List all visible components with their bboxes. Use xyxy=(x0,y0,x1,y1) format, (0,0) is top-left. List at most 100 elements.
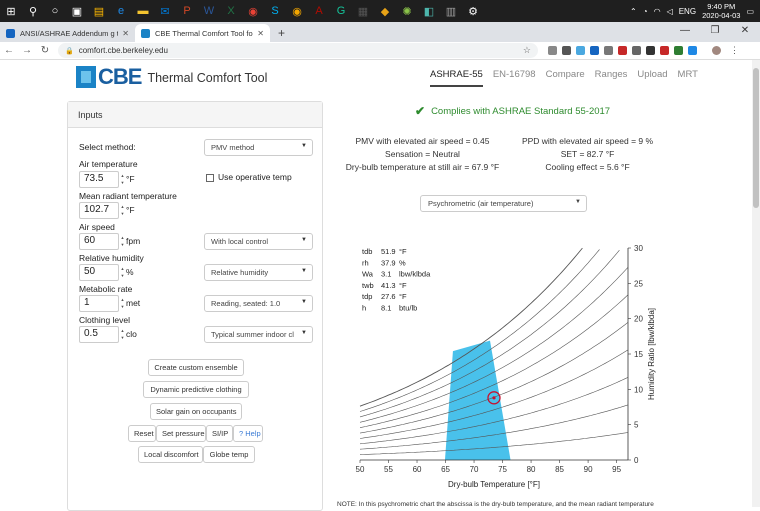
nav-compare[interactable]: Compare xyxy=(546,69,585,87)
restore-icon[interactable]: ❐ xyxy=(700,22,730,42)
extension-icon[interactable] xyxy=(618,46,627,55)
volume-icon[interactable]: ◁ xyxy=(667,7,673,16)
reset-button[interactable]: Reset xyxy=(128,425,156,442)
x-tick-label: 85 xyxy=(555,465,564,474)
tab-ashrae-addendum[interactable]: ANSI/ASHRAE Addendum g to AN ✕ xyxy=(0,24,135,42)
search-icon[interactable]: ⚲ xyxy=(22,0,44,22)
activity-select[interactable]: Reading, seated: 1.0 ▼ xyxy=(204,295,313,312)
air-temp-input[interactable]: 73.5 ▲ ▼ xyxy=(79,171,124,188)
acrobat-icon[interactable]: A xyxy=(308,0,330,22)
chrome-canary-icon[interactable]: ◉ xyxy=(286,0,308,22)
custom-ensemble-button[interactable]: Create custom ensemble xyxy=(148,359,244,376)
settings-icon[interactable]: ⚙ xyxy=(462,0,484,22)
met-input[interactable]: 1 ▲ ▼ xyxy=(79,295,124,312)
edge-icon[interactable]: e xyxy=(110,0,132,22)
chrome-icon[interactable]: ◉ xyxy=(242,0,264,22)
air-speed-input[interactable]: 60 ▲ ▼ xyxy=(79,233,124,250)
close-tab-icon[interactable]: ✕ xyxy=(257,29,264,38)
extension-icon[interactable] xyxy=(548,46,557,55)
new-tab-button[interactable]: + xyxy=(270,24,293,42)
extension-icon[interactable] xyxy=(674,46,683,55)
mail-icon[interactable]: ✉ xyxy=(154,0,176,22)
globe-temp-button[interactable]: Globe temp xyxy=(203,446,255,463)
si-ip-button[interactable]: SI/IP xyxy=(206,425,233,442)
app4-icon[interactable]: ▥ xyxy=(440,0,462,22)
solar-gain-button[interactable]: Solar gain on occupants xyxy=(150,403,242,420)
task-view-icon[interactable]: ▣ xyxy=(66,0,88,22)
windows-start-icon[interactable]: ⊞ xyxy=(0,0,22,22)
app2-icon[interactable]: ✺ xyxy=(396,0,418,22)
powerpoint-icon[interactable]: P xyxy=(176,0,198,22)
local-discomfort-button[interactable]: Local discomfort xyxy=(138,446,203,463)
lock-icon[interactable]: 🔒 xyxy=(65,47,74,55)
profile-avatar[interactable] xyxy=(712,46,721,55)
extension-icon[interactable] xyxy=(646,46,655,55)
network-icon[interactable]: ◔ xyxy=(643,7,648,16)
film-icon[interactable]: ▦ xyxy=(352,0,374,22)
mrt-input[interactable]: 102.7 ▲ ▼ xyxy=(79,202,124,219)
close-tab-icon[interactable]: ✕ xyxy=(122,29,129,38)
bookmark-star-icon[interactable]: ☆ xyxy=(523,45,531,56)
settings-icon-glyph: ⚙ xyxy=(468,5,478,18)
clothing-ensemble-select[interactable]: Typical summer indoor cl ▼ xyxy=(204,326,313,343)
forward-arrow-icon[interactable]: → xyxy=(18,45,36,56)
dynamic-clothing-button[interactable]: Dynamic predictive clothing xyxy=(143,381,249,398)
x-tick-label: 90 xyxy=(584,465,593,474)
file-explorer-icon[interactable]: ▬ xyxy=(132,0,154,22)
spinner-icon[interactable]: ▲ ▼ xyxy=(119,296,126,311)
clo-label: Clothing level xyxy=(79,315,131,325)
spinner-icon[interactable]: ▲ ▼ xyxy=(119,327,126,342)
wifi-icon[interactable]: ◠ xyxy=(654,7,661,16)
extension-icon[interactable] xyxy=(604,46,613,55)
excel-icon[interactable]: X xyxy=(220,0,242,22)
method-select[interactable]: PMV method ▼ xyxy=(204,139,313,156)
page-scrollbar[interactable] xyxy=(752,60,760,507)
store-icon[interactable]: ▤ xyxy=(88,0,110,22)
cortana-icon[interactable]: ○ xyxy=(44,0,66,22)
minimize-icon[interactable]: — xyxy=(670,22,700,42)
extension-icon[interactable] xyxy=(632,46,641,55)
windows-taskbar: ⊞ ⚲ ○ ▣ ▤ e ▬ ✉ P W X ◉ S ◉ A G ▦ ◆ ✺ ◧ ▥ ⚙ ⌃ ◔ ◠ ◁ ENG 9:40 … xyxy=(0,0,760,22)
set-pressure-button[interactable]: Set pressure xyxy=(156,425,206,442)
nav-ashrae-55[interactable]: ASHRAE-55 xyxy=(430,69,483,87)
cbe-logo[interactable]: CBE Thermal Comfort Tool xyxy=(76,64,267,90)
nav-upload[interactable]: Upload xyxy=(637,69,667,87)
nav-mrt[interactable]: MRT xyxy=(678,69,698,87)
extension-icon[interactable] xyxy=(562,46,571,55)
spinner-icon[interactable]: ▲ ▼ xyxy=(119,203,126,218)
word-icon[interactable]: W xyxy=(198,0,220,22)
nav-en-16798[interactable]: EN-16798 xyxy=(493,69,536,87)
chart-type-select[interactable]: Psychrometric (air temperature) ▼ xyxy=(420,195,587,212)
extension-icon[interactable] xyxy=(576,46,585,55)
back-arrow-icon[interactable]: ← xyxy=(0,45,18,56)
help-button[interactable]: ? Help xyxy=(233,425,263,442)
app3-icon[interactable]: ◧ xyxy=(418,0,440,22)
chevron-up-icon[interactable]: ⌃ xyxy=(630,7,637,16)
spinner-icon[interactable]: ▲ ▼ xyxy=(119,234,126,249)
notification-icon[interactable]: ▭ xyxy=(746,7,754,16)
extension-icon[interactable] xyxy=(688,46,697,55)
reload-icon[interactable]: ↻ xyxy=(36,45,54,56)
spinner-icon[interactable]: ▲ ▼ xyxy=(119,172,126,187)
address-bar[interactable]: 🔒 comfort.cbe.berkeley.edu ☆ xyxy=(58,43,538,58)
clo-input[interactable]: 0.5 ▲ ▼ xyxy=(79,326,124,343)
spinner-icon[interactable]: ▲ ▼ xyxy=(119,265,126,280)
operative-temp-checkbox[interactable] xyxy=(206,174,214,182)
close-window-icon[interactable]: ✕ xyxy=(730,22,760,42)
nav-ranges[interactable]: Ranges xyxy=(595,69,628,87)
scrollbar-thumb[interactable] xyxy=(753,68,759,208)
clock[interactable]: 9:40 PM 2020-04-03 xyxy=(702,2,740,20)
logo-text: CBE xyxy=(98,64,142,89)
skype-icon[interactable]: S xyxy=(264,0,286,22)
language-indicator[interactable]: ENG xyxy=(679,7,696,16)
more-menu-icon[interactable]: ⋮ xyxy=(730,45,739,56)
app-icon[interactable]: ◆ xyxy=(374,0,396,22)
humidity-mode-select[interactable]: Relative humidity ▼ xyxy=(204,264,313,281)
local-control-select[interactable]: With local control ▼ xyxy=(204,233,313,250)
tab-cbe-comfort-tool[interactable]: CBE Thermal Comfort Tool for AS ✕ xyxy=(135,24,270,42)
grammarly-icon[interactable]: G xyxy=(330,0,352,22)
extension-icon[interactable] xyxy=(660,46,669,55)
psychrometric-chart[interactable]: 50 55 60 65 70 75 80 85 90 95 0 5 10 15 20 25 30 Dry-bulb… xyxy=(348,240,678,490)
extension-icon[interactable] xyxy=(590,46,599,55)
rh-input[interactable]: 50 ▲ ▼ xyxy=(79,264,124,281)
